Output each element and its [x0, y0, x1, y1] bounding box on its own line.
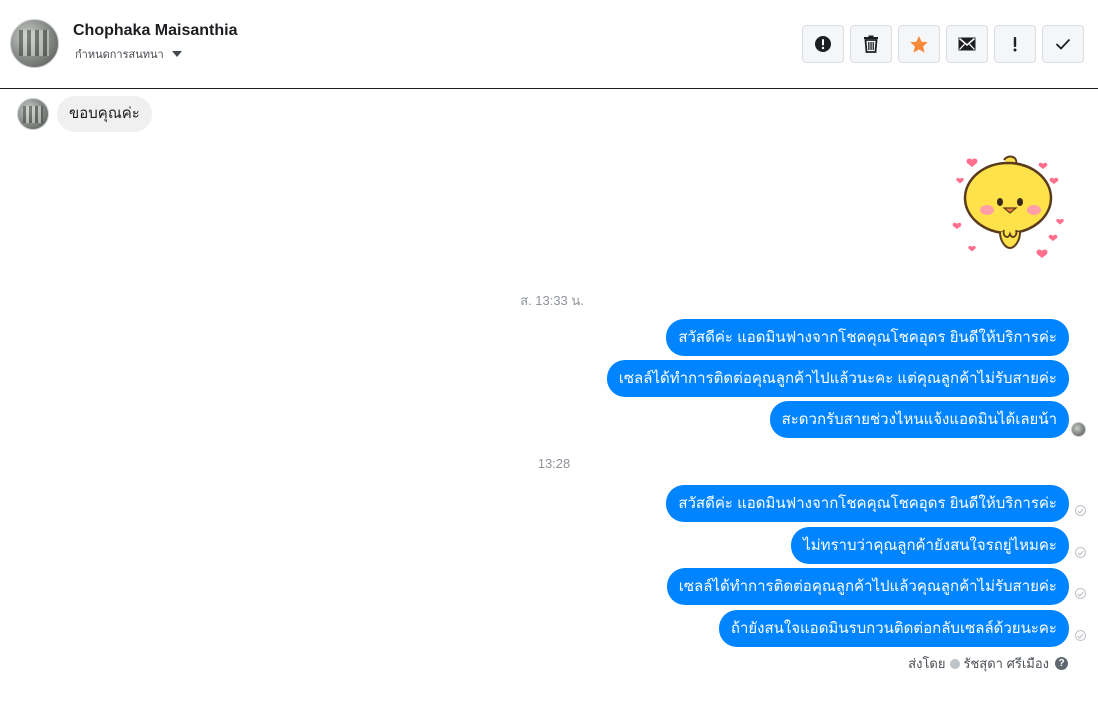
sent-by-label: ส่งโดย — [908, 656, 946, 671]
agent-avatar-icon — [949, 658, 960, 669]
incoming-message-row: ขอบคุณค่ะ — [17, 96, 152, 132]
outgoing-message-bubble[interactable]: สวัสดีค่ะ แอดมินฟางจากโชคคุณโชคอุดร ยินด… — [666, 319, 1069, 356]
chick-sticker[interactable] — [950, 152, 1066, 260]
contact-avatar-small[interactable] — [17, 98, 49, 130]
trash-icon — [864, 35, 878, 53]
mark-done-button[interactable] — [1042, 25, 1084, 63]
outgoing-message-bubble[interactable]: ถ้ายังสนใจแอดมินรบกวนติดต่อกลับเซลล์ด้วย… — [718, 610, 1069, 647]
contact-avatar[interactable] — [10, 19, 59, 68]
help-icon[interactable]: ? — [1055, 657, 1068, 670]
timestamp-separator: 13:28 — [537, 456, 571, 471]
assign-conversation-label: กำหนดการสนทนา — [75, 49, 164, 61]
outgoing-message-bubble[interactable]: สวัสดีค่ะ แอดมินฟางจากโชคคุณโชคอุดร ยินด… — [666, 485, 1069, 522]
mark-unread-button[interactable] — [946, 25, 988, 63]
star-icon — [910, 35, 928, 53]
outgoing-message-row: ไม่ทราบว่าคุณลูกค้ายังสนใจรถยู่ไหมคะ — [791, 527, 1069, 564]
sent-by-agent-name[interactable]: รัชสุดา ศรีเมือง — [964, 653, 1050, 674]
spam-report-button[interactable] — [802, 25, 844, 63]
sent-check-icon — [1075, 505, 1086, 516]
sent-by-info: ส่งโดย รัชสุดา ศรีเมือง ? — [908, 653, 1068, 674]
seen-avatar — [1071, 422, 1086, 437]
outgoing-message-row: สวัสดีค่ะ แอดมินฟางจากโชคคุณโชคอุดร ยินด… — [666, 319, 1069, 356]
conversation-header: Chophaka Maisanthia กำหนดการสนทนา — [0, 0, 1098, 89]
sent-check-icon — [1075, 630, 1086, 641]
follow-up-button[interactable] — [994, 25, 1036, 63]
outgoing-message-bubble[interactable]: เซลล์ได้ทำการติดต่อคุณลูกค้าไปแล้วนะคะ แ… — [606, 360, 1069, 397]
checkmark-icon — [1055, 38, 1071, 50]
assign-conversation-dropdown[interactable]: กำหนดการสนทนา — [75, 45, 182, 63]
outgoing-message-bubble[interactable]: ไม่ทราบว่าคุณลูกค้ายังสนใจรถยู่ไหมคะ — [791, 527, 1069, 564]
delete-button[interactable] — [850, 25, 892, 63]
outgoing-message-row: เซลล์ได้ทำการติดต่อคุณลูกค้าไปแล้วคุณลูก… — [666, 568, 1069, 605]
outgoing-message-row: สะดวกรับสายช่วงไหนแจ้งแอดมินได้เลยน้า — [769, 401, 1069, 438]
outgoing-message-bubble[interactable]: สะดวกรับสายช่วงไหนแจ้งแอดมินได้เลยน้า — [769, 401, 1069, 438]
outgoing-message-row: ถ้ายังสนใจแอดมินรบกวนติดต่อกลับเซลล์ด้วย… — [718, 610, 1069, 647]
outgoing-message-row: เซลล์ได้ทำการติดต่อคุณลูกค้าไปแล้วนะคะ แ… — [606, 360, 1069, 397]
sent-check-icon — [1075, 588, 1086, 599]
alert-circle-icon — [815, 36, 831, 52]
outgoing-message-row: สวัสดีค่ะ แอดมินฟางจากโชคคุณโชคอุดร ยินด… — [666, 485, 1069, 522]
outgoing-message-bubble[interactable]: เซลล์ได้ทำการติดต่อคุณลูกค้าไปแล้วคุณลูก… — [666, 568, 1069, 605]
envelope-icon — [958, 37, 976, 51]
header-actions — [802, 25, 1084, 63]
contact-name[interactable]: Chophaka Maisanthia — [73, 22, 237, 40]
sent-check-icon — [1075, 547, 1086, 558]
star-button[interactable] — [898, 25, 940, 63]
timestamp-separator: ส. 13:33 น. — [520, 293, 584, 308]
exclamation-icon — [1013, 37, 1017, 52]
incoming-message-bubble[interactable]: ขอบคุณค่ะ — [57, 96, 152, 132]
caret-down-icon — [171, 51, 182, 57]
